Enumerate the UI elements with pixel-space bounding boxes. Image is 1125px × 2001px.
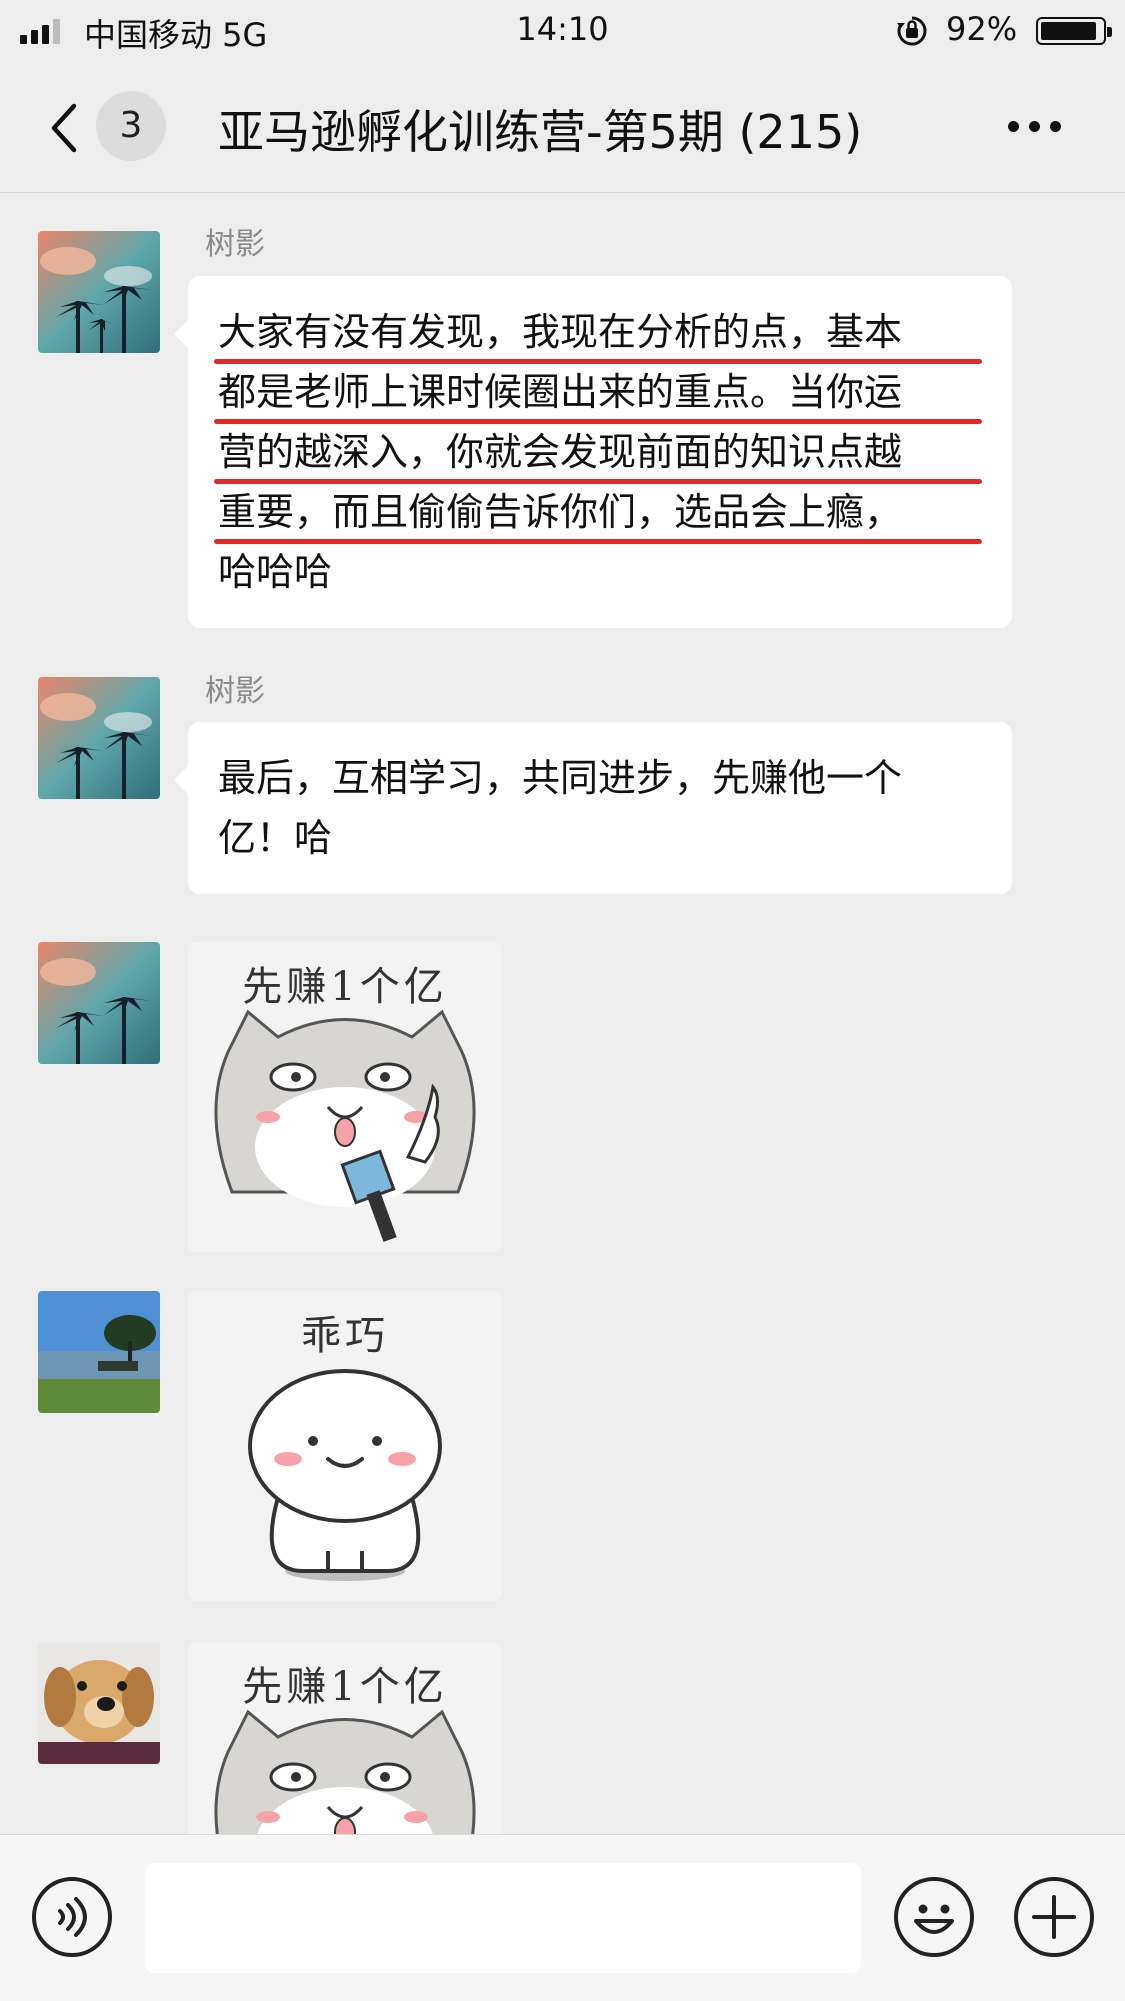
back-chevron-icon[interactable] xyxy=(44,100,84,156)
avatar-lake-tree[interactable] xyxy=(38,1291,160,1413)
status-bar: 中国移动 5G 14:10 92% xyxy=(0,0,1125,62)
avatar-palm-trees[interactable] xyxy=(38,231,160,353)
emoji-icon[interactable] xyxy=(894,1877,974,1957)
sender-name: 树影 xyxy=(205,674,265,709)
message-line: 营的越深入，你就会发现前面的知识点越 xyxy=(214,422,982,484)
nav-bar: 3 亚马逊孵化训练营-第5期 (215) xyxy=(0,62,1125,193)
unread-count-badge[interactable]: 3 xyxy=(96,91,166,161)
message-line: 都是老师上课时候圈出来的重点。当你运 xyxy=(214,362,982,424)
sticker-white-blob[interactable]: 乖巧 xyxy=(188,1291,502,1601)
chat-title: 亚马逊孵化训练营-第5期 (215) xyxy=(218,105,863,159)
rotation-lock-icon xyxy=(897,16,927,46)
sender-name: 树影 xyxy=(205,227,265,262)
message-line: 哈哈哈 xyxy=(218,550,333,594)
input-bar xyxy=(0,1834,1125,2001)
message-line: 亿！哈 xyxy=(218,816,333,860)
avatar-palm-trees[interactable] xyxy=(38,677,160,799)
message-line: 最后，互相学习，共同进步，先赚他一个 xyxy=(218,756,903,800)
voice-icon[interactable] xyxy=(32,1877,112,1957)
battery-icon xyxy=(1036,17,1112,45)
plus-icon[interactable] xyxy=(1014,1877,1094,1957)
battery-percent: 92% xyxy=(946,10,1018,48)
avatar-golden-puppy[interactable] xyxy=(38,1642,160,1764)
message-input[interactable] xyxy=(145,1863,861,1973)
sticker-cat-microphone[interactable]: 先赚1个亿 xyxy=(188,1642,502,1834)
message-line: 重要，而且偷偷告诉你们，选品会上瘾， xyxy=(214,482,982,544)
sticker-cat-microphone[interactable]: 先赚1个亿 xyxy=(188,942,502,1252)
avatar-palm-trees[interactable] xyxy=(38,942,160,1064)
message-line: 大家有没有发现，我现在分析的点，基本 xyxy=(214,302,982,364)
more-icon[interactable] xyxy=(1008,114,1068,138)
chat-area[interactable]: 树影 大家有没有发现，我现在分析的点，基本 都是老师上课时候圈出来的重点。当你运… xyxy=(0,194,1125,1834)
message-bubble[interactable]: 大家有没有发现，我现在分析的点，基本 都是老师上课时候圈出来的重点。当你运 营的… xyxy=(174,276,1012,628)
message-bubble[interactable]: 最后，互相学习，共同进步，先赚他一个 亿！哈 xyxy=(174,722,1012,894)
